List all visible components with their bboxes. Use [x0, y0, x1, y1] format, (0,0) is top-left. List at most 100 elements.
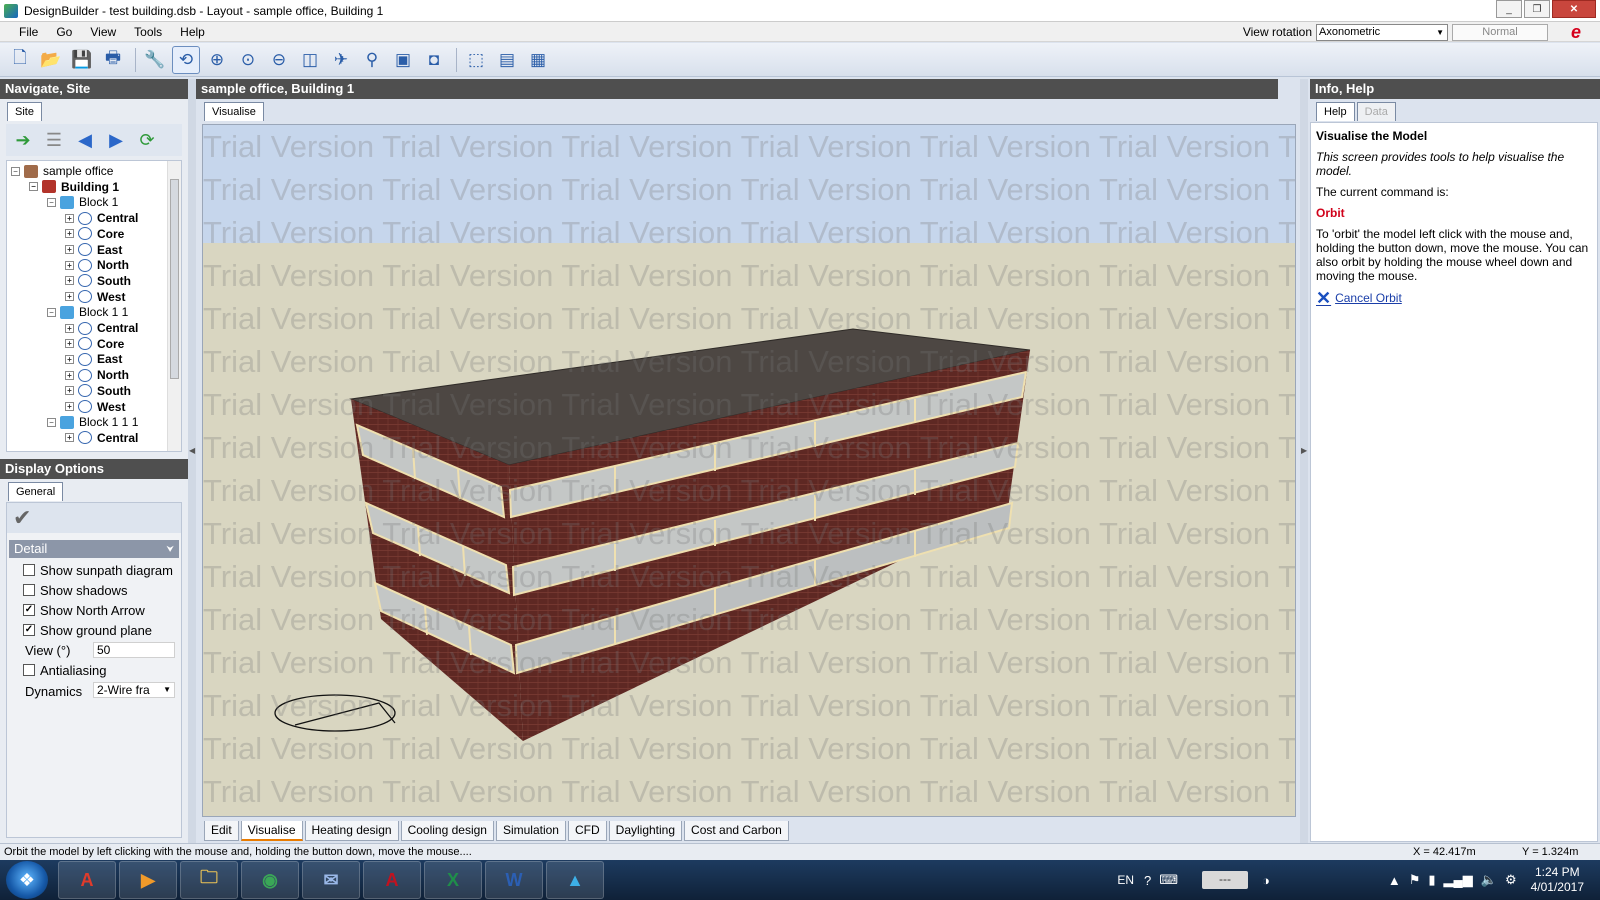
shadows-checkbox[interactable] — [23, 584, 35, 596]
expand-icon[interactable]: + — [65, 323, 74, 333]
collapse-right-icon[interactable]: ▶ — [1301, 446, 1307, 455]
menu-tools[interactable]: Tools — [125, 25, 171, 39]
tab-site[interactable]: Site — [7, 102, 42, 121]
word-app[interactable]: W — [485, 861, 543, 899]
view-angle-input[interactable]: 50 — [93, 642, 175, 658]
3d-viewport[interactable]: Trial Version Trial Version Trial Versio… — [202, 124, 1296, 817]
expand-icon[interactable]: + — [65, 339, 74, 349]
volume-icon[interactable]: 🔈 — [1481, 872, 1497, 888]
collapse-left-icon[interactable]: ◀ — [189, 446, 195, 455]
fly-icon[interactable]: ✈ — [327, 46, 355, 74]
open-icon[interactable]: 📂 — [37, 46, 65, 74]
collapse-icon[interactable]: − — [47, 197, 56, 207]
fit-icon[interactable]: ◫ — [296, 46, 324, 74]
walk-icon[interactable]: ⚲ — [358, 46, 386, 74]
pan-icon[interactable]: ⊖ — [265, 46, 293, 74]
print-icon[interactable]: 🖶 — [99, 46, 127, 74]
option-show-shadows[interactable]: Show shadows — [23, 581, 127, 599]
tab-visualise[interactable]: Visualise — [240, 821, 303, 841]
checkmark-apply-icon[interactable]: ✔ — [13, 505, 31, 531]
tab-general[interactable]: General — [8, 482, 64, 501]
close-button[interactable]: ✕ — [1552, 0, 1596, 18]
tree-item[interactable]: − Block 1 — [47, 194, 118, 210]
tree-item[interactable]: − Block 1 1 — [47, 304, 128, 320]
expand-icon[interactable]: + — [65, 402, 74, 411]
tree-item[interactable]: + Central — [65, 320, 138, 336]
collapse-icon[interactable]: − — [47, 307, 56, 317]
tree-item[interactable]: − Building 1 — [29, 179, 119, 195]
clock[interactable]: 1:24 PM 4/01/2017 — [1531, 865, 1584, 895]
refresh-icon[interactable]: ⟳ — [134, 127, 160, 153]
tree-item[interactable]: − Block 1 1 1 — [47, 414, 138, 430]
tab-daylighting[interactable]: Daylighting — [608, 821, 683, 841]
tree-item[interactable]: + Central — [65, 430, 138, 446]
antialiasing-checkbox[interactable] — [23, 664, 35, 676]
ground-plane-checkbox[interactable]: ✓ — [23, 624, 35, 636]
designbuilder-app[interactable]: ▲ — [546, 861, 604, 899]
expand-icon[interactable]: + — [65, 370, 74, 380]
tab-cfd[interactable]: CFD — [567, 821, 607, 841]
new-icon[interactable]: 🗋 — [6, 46, 34, 74]
network-icon[interactable]: ▂▄▆ — [1444, 872, 1473, 888]
settings-wrench-icon[interactable]: 🔧 — [141, 46, 169, 74]
tab-visualise-top[interactable]: Visualise — [204, 102, 264, 121]
file-explorer-app[interactable]: 🗀 — [180, 861, 238, 899]
tree-scrollbar[interactable] — [167, 161, 181, 451]
tab-cooling-design[interactable]: Cooling design — [400, 821, 494, 841]
right-splitter[interactable]: ▶ — [1300, 79, 1308, 843]
sunpath-checkbox[interactable] — [23, 564, 35, 576]
help-circle-icon[interactable]: ? — [1144, 873, 1151, 888]
export-icon[interactable]: ▦ — [524, 46, 552, 74]
cancel-orbit-link[interactable]: ✕ Cancel Orbit — [1316, 289, 1592, 307]
collapse-icon[interactable]: − — [11, 166, 20, 176]
tree-scroll-thumb[interactable] — [170, 179, 179, 379]
tray-misc-icon[interactable]: ⚙ — [1505, 872, 1517, 888]
tab-data[interactable]: Data — [1356, 102, 1396, 121]
tree-item[interactable]: + East — [65, 351, 122, 367]
start-button[interactable]: ❖ — [6, 861, 48, 899]
tree-item[interactable]: − sample office — [11, 163, 113, 179]
collapse-icon[interactable]: − — [47, 417, 56, 427]
expand-icon[interactable]: + — [65, 354, 74, 364]
tree-item[interactable]: + South — [65, 383, 131, 399]
option-show-ground-plane[interactable]: ✓ Show ground plane — [23, 621, 152, 639]
tree-item[interactable]: + West — [65, 289, 125, 305]
back-arrow-icon[interactable]: ◀ — [72, 127, 98, 153]
tree-item[interactable]: + Core — [65, 336, 124, 352]
option-show-north-arrow[interactable]: ✓ Show North Arrow — [23, 601, 145, 619]
tree-item[interactable]: + Central — [65, 210, 138, 226]
pdf-reader-app[interactable]: A — [58, 861, 116, 899]
zoom-extents-icon[interactable]: ⊙ — [234, 46, 262, 74]
expand-icon[interactable]: + — [65, 260, 74, 270]
chrome-app[interactable]: ◉ — [241, 861, 299, 899]
mode-field[interactable]: Normal — [1452, 23, 1548, 41]
left-splitter[interactable]: ◀ — [188, 79, 196, 843]
building-model[interactable] — [203, 125, 1296, 817]
tab-help[interactable]: Help — [1316, 102, 1355, 121]
expand-icon[interactable]: + — [65, 245, 74, 254]
show-hidden-icons-icon[interactable]: ▲ — [1388, 873, 1401, 888]
go-icon[interactable]: ➔ — [10, 127, 36, 153]
menu-help[interactable]: Help — [171, 25, 214, 39]
expand-icon[interactable]: + — [65, 433, 74, 443]
menu-go[interactable]: Go — [47, 25, 81, 39]
option-antialiasing[interactable]: Antialiasing — [23, 661, 107, 679]
tree-item[interactable]: + North — [65, 257, 129, 273]
excel-app[interactable]: X — [424, 861, 482, 899]
save-icon[interactable]: 💾 — [68, 46, 96, 74]
expand-icon[interactable]: + — [65, 386, 74, 396]
dynamics-select[interactable]: 2-Wire fra ▼ — [93, 682, 175, 698]
tab-heating-design[interactable]: Heating design — [304, 821, 399, 841]
expand-icon[interactable]: + — [65, 292, 74, 302]
forward-arrow-icon[interactable]: ▶ — [103, 127, 129, 153]
tree-item[interactable]: + South — [65, 273, 131, 289]
action-center-flag-icon[interactable]: ⚑ — [1409, 872, 1421, 888]
option-show-sunpath[interactable]: Show sunpath diagram — [23, 561, 173, 579]
media-player-app[interactable]: ▶ — [119, 861, 177, 899]
collapse-icon[interactable]: − — [29, 182, 38, 192]
restore-button[interactable]: ❐ — [1524, 0, 1550, 18]
measure-icon[interactable]: ⬚ — [462, 46, 490, 74]
device-icon[interactable]: ▮ — [1428, 872, 1435, 888]
expand-icon[interactable]: + — [65, 229, 74, 239]
expand-icon[interactable]: + — [65, 276, 74, 286]
